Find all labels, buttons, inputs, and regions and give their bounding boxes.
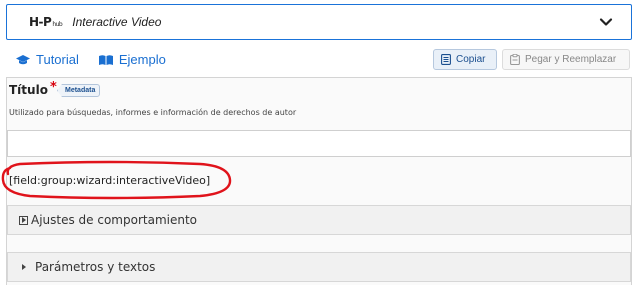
copy-icon <box>441 54 451 65</box>
tutorial-link[interactable]: Tutorial <box>16 52 79 67</box>
required-marker: * <box>49 80 57 95</box>
open-book-icon <box>98 54 113 65</box>
title-field-label: Título * <box>9 80 57 97</box>
example-link-label: Ejemplo <box>118 52 166 67</box>
copy-button-label: Copiar <box>456 54 486 65</box>
section-label: Ajustes de comportamiento <box>31 213 198 227</box>
section-behaviour-settings[interactable]: Ajustes de comportamiento <box>7 205 631 235</box>
paste-replace-button[interactable]: Pegar y Reemplazar <box>502 49 630 70</box>
graduation-cap-icon <box>16 54 30 64</box>
title-input[interactable] <box>7 130 631 157</box>
clipboard-icon <box>510 54 520 65</box>
example-link[interactable]: Ejemplo <box>98 52 166 67</box>
title-field-description: Utilizado para búsquedas, informes e inf… <box>9 108 297 117</box>
metadata-button[interactable]: Metadata <box>57 84 101 97</box>
unrendered-field-placeholder: [field:group:wizard:interactiveVideo] <box>9 174 211 187</box>
copy-button[interactable]: Copiar <box>433 49 497 70</box>
expand-caret-icon <box>22 264 26 270</box>
h5p-hub-logo: H-P hub <box>29 15 63 29</box>
section-label: Parámetros y textos <box>35 260 156 274</box>
content-type-selector[interactable]: H-P hub Interactive Video <box>6 4 632 40</box>
section-parameters-texts[interactable]: Parámetros y textos <box>7 252 631 282</box>
expand-caret-icon <box>19 215 28 225</box>
tutorial-link-label: Tutorial <box>36 52 79 67</box>
chevron-down-icon[interactable] <box>599 15 613 29</box>
paste-replace-button-label: Pegar y Reemplazar <box>525 54 617 65</box>
content-type-title: Interactive Video <box>72 15 162 29</box>
